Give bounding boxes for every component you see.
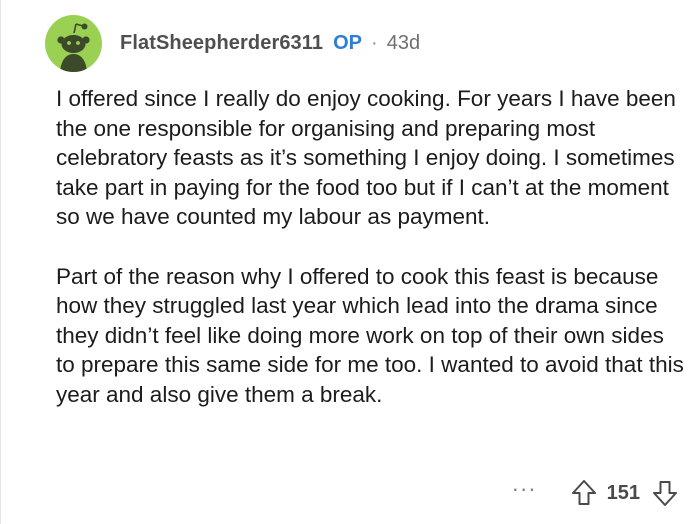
comment-paragraph: I offered since I really do enjoy cookin… [56, 86, 676, 229]
vote-count: 151 [606, 481, 640, 504]
comment-header: FlatSheepherder6311 OP · 43d [45, 14, 420, 72]
meta-separator: · [371, 31, 378, 54]
comment-paragraph: Part of the reason why I offered to cook… [56, 263, 684, 407]
upvote-arrow-icon[interactable] [571, 479, 597, 507]
comment-body: I offered since I really do enjoy cookin… [56, 84, 686, 409]
comment-action-bar: ··· 151 [512, 478, 678, 508]
user-avatar[interactable] [45, 14, 102, 72]
snoo-avatar-icon [57, 22, 90, 72]
more-options-button[interactable]: ··· [512, 478, 537, 508]
op-badge: OP [333, 31, 363, 54]
thread-line [0, 0, 1, 524]
username-link[interactable]: FlatSheepherder6311 [120, 32, 323, 55]
comment-age: 43d [386, 31, 421, 54]
downvote-arrow-icon[interactable] [652, 479, 678, 507]
